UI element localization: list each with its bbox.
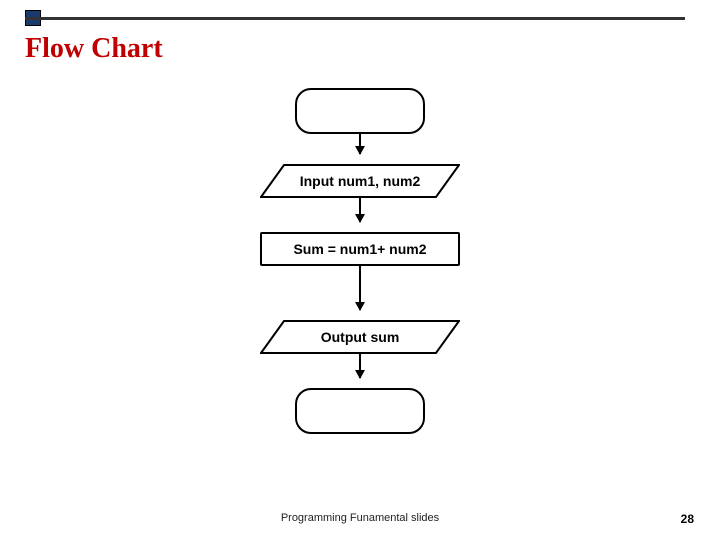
header-divider [25,17,685,20]
flowchart-input-label: Input num1, num2 [300,173,421,189]
flowchart-end-terminal [295,388,425,434]
flowchart-start-terminal [295,88,425,134]
arrow-icon [359,266,361,310]
flowchart-input-io: Input num1, num2 [260,164,460,198]
flowchart-output-label: Output sum [321,329,400,345]
arrow-icon [359,354,361,378]
arrow-icon [359,134,361,154]
flowchart-output-io: Output sum [260,320,460,354]
slide-footer: Programming Funamental slides [0,512,720,524]
flowchart-process-box: Sum = num1+ num2 [260,232,460,266]
arrow-icon [359,198,361,222]
page-number: 28 [681,512,694,526]
flowchart-process-label: Sum = num1+ num2 [293,241,426,257]
slide-title: Flow Chart [25,33,163,65]
